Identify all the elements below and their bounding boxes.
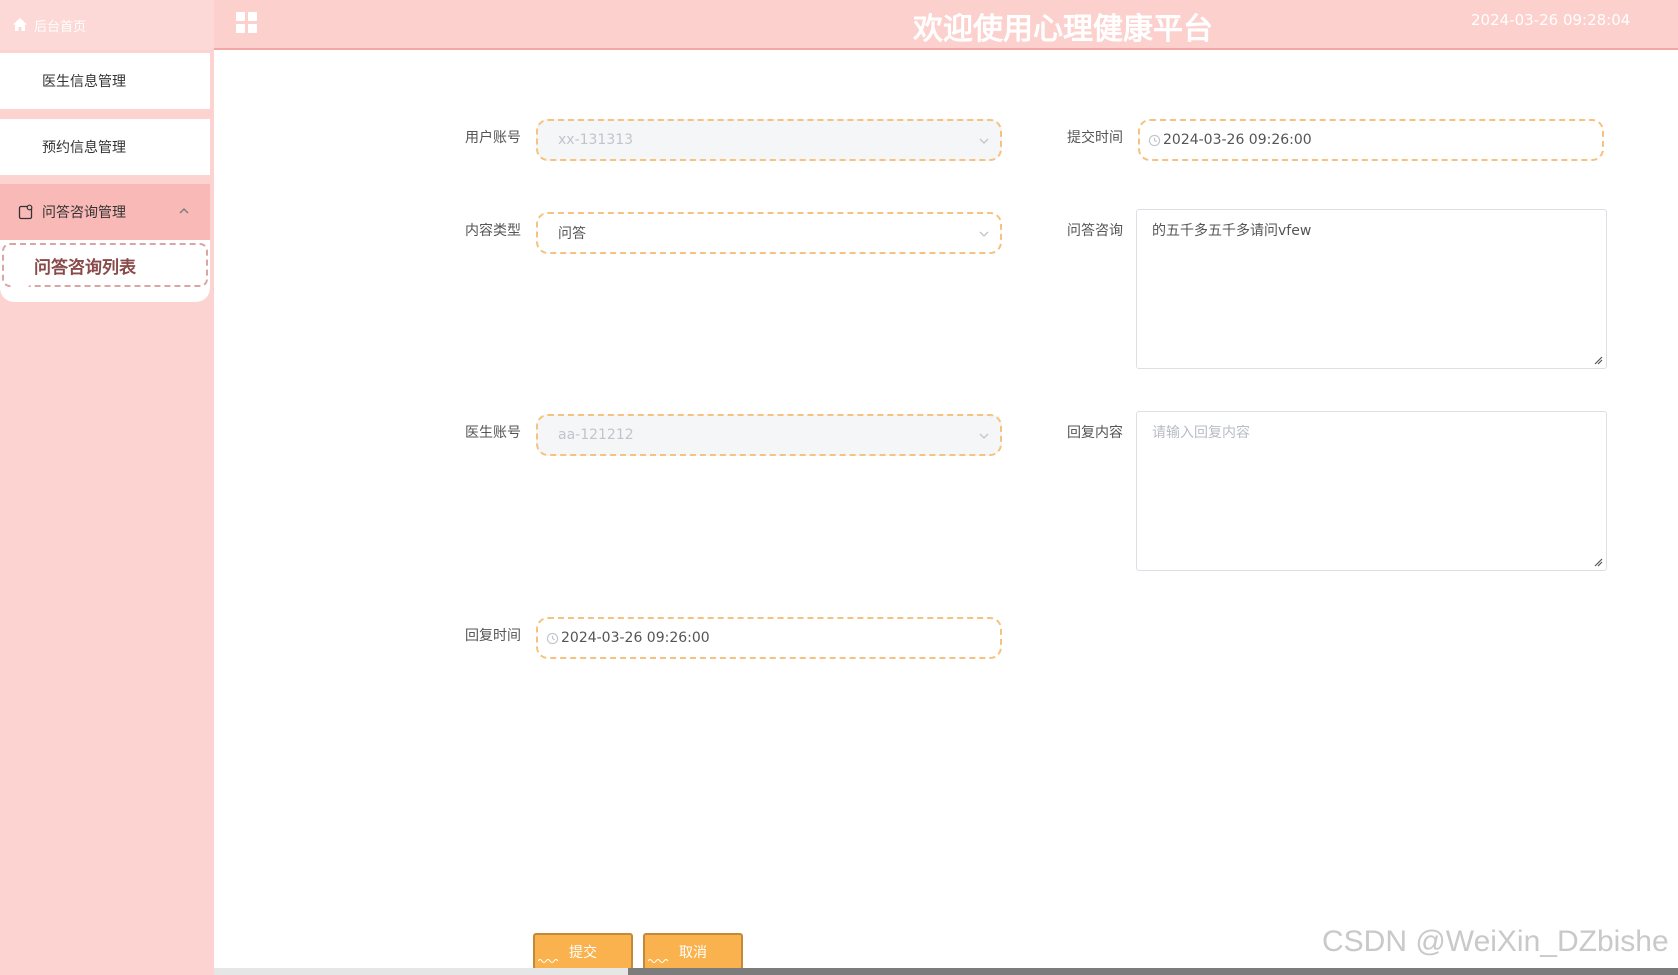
reply-time-label: 回复时间 [465,628,521,644]
user-account-value: xx-131313 [558,132,634,148]
sidebar-item-label: 预约信息管理 [42,140,126,156]
content-type-value: 问答 [558,226,586,242]
home-icon [13,18,27,31]
button-decoration-icon [648,959,669,963]
doctor-account-label: 医生账号 [465,425,521,441]
app-root: 后台首页 医生信息管理 预约信息管理 问答咨询管理 问答咨询列表 欢迎使用心理健… [0,0,1678,975]
question-textarea[interactable]: 的五千多五千多请问vfew [1136,209,1607,369]
user-account-label: 用户账号 [465,130,521,146]
sidebar-subitem-label: 问答咨询列表 [34,257,136,278]
reply-time-picker[interactable]: 2024-03-26 09:26:00 [536,617,1002,659]
page-title: 欢迎使用心理健康平台 [913,12,1213,47]
content-type-label: 内容类型 [465,223,521,239]
horizontal-scrollbar-thumb[interactable] [628,968,1678,975]
submit-button-label: 提交 [569,944,597,961]
resize-grip-icon[interactable] [1593,355,1603,365]
header-datetime: 2024-03-26 09:28:04 [1471,11,1631,29]
question-label: 问答咨询 [1067,223,1123,239]
submenu-pointer [10,285,30,299]
reply-textarea[interactable]: 请输入回复内容 [1136,411,1607,571]
sidebar-group-label: 问答咨询管理 [42,205,126,221]
sidebar-home-label: 后台首页 [34,19,87,35]
cancel-button-label: 取消 [679,944,707,961]
grid-menu-icon[interactable] [236,12,258,34]
submit-button[interactable]: 提交 [533,933,633,970]
sidebar-item-label: 医生信息管理 [42,74,126,90]
sidebar-item-appointment-info[interactable]: 预约信息管理 [0,119,210,175]
doctor-account-select: aa-121212 [536,414,1002,456]
submit-time-picker[interactable]: 2024-03-26 09:26:00 [1138,119,1604,161]
question-value: 的五千多五千多请问vfew [1152,223,1312,239]
chevron-down-icon [979,138,989,144]
content-type-select[interactable]: 问答 [536,212,1002,254]
chevron-down-icon [979,231,989,237]
reply-time-value: 2024-03-26 09:26:00 [561,630,710,646]
cancel-button[interactable]: 取消 [643,933,743,970]
sidebar-home-link[interactable]: 后台首页 [0,0,214,50]
reply-label: 回复内容 [1067,425,1123,441]
chevron-up-icon [179,208,189,214]
document-icon [18,204,33,220]
top-header: 欢迎使用心理健康平台 2024-03-26 09:28:04 [214,0,1678,50]
sidebar: 后台首页 医生信息管理 预约信息管理 问答咨询管理 问答咨询列表 [0,0,214,975]
watermark: CSDN @WeiXin_DZbishe [1322,925,1669,958]
chevron-down-icon [979,433,989,439]
clock-icon [1148,134,1161,146]
clock-icon [546,632,559,644]
sidebar-group-qa[interactable]: 问答咨询管理 [0,184,210,240]
sidebar-item-doctor-info[interactable]: 医生信息管理 [0,53,210,109]
button-decoration-icon [538,959,559,963]
submit-time-label: 提交时间 [1067,130,1123,146]
doctor-account-value: aa-121212 [558,427,634,443]
reply-placeholder: 请输入回复内容 [1152,425,1250,441]
resize-grip-icon[interactable] [1593,557,1603,567]
user-account-select: xx-131313 [536,119,1002,161]
submit-time-value: 2024-03-26 09:26:00 [1163,132,1312,148]
sidebar-item-qa-list[interactable]: 问答咨询列表 [2,243,208,287]
